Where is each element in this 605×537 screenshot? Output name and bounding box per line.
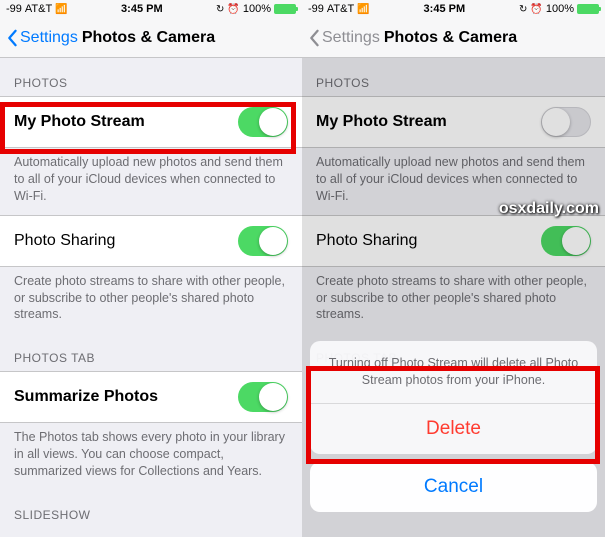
section-header-slideshow: SLIDESHOW bbox=[0, 490, 302, 528]
delete-button[interactable]: Delete bbox=[310, 404, 597, 454]
chevron-left-icon bbox=[308, 29, 320, 47]
phone-left: -99 AT&T 📶 3:45 PM ↻ ⏰ 100% Settings Pho… bbox=[0, 0, 302, 537]
wifi-icon: 📶 bbox=[357, 4, 369, 15]
status-time: 3:45 PM bbox=[121, 3, 163, 15]
status-time: 3:45 PM bbox=[424, 3, 466, 15]
row-photo-stream[interactable]: My Photo Stream bbox=[302, 96, 605, 148]
photo-sharing-label: Photo Sharing bbox=[316, 232, 417, 250]
status-bar: -99 AT&T 📶 3:45 PM ↻ ⏰ 100% bbox=[0, 0, 302, 18]
alarm-icon: ⏰ bbox=[227, 4, 239, 15]
rotation-lock-icon: ↻ bbox=[519, 4, 527, 15]
nav-bar: Settings Photos & Camera bbox=[302, 18, 605, 58]
signal-strength: -99 bbox=[6, 3, 22, 15]
battery-icon bbox=[274, 4, 296, 14]
cancel-button[interactable]: Cancel bbox=[310, 462, 597, 512]
summarize-label: Summarize Photos bbox=[14, 388, 158, 406]
row-photo-stream[interactable]: My Photo Stream bbox=[0, 96, 302, 148]
section-header-photos: PHOTOS bbox=[0, 58, 302, 96]
row-photo-sharing[interactable]: Photo Sharing bbox=[0, 215, 302, 267]
section-header-photos: PHOTOS bbox=[302, 58, 605, 96]
back-button[interactable]: Settings bbox=[308, 29, 380, 47]
back-label: Settings bbox=[322, 29, 380, 47]
photo-stream-label: My Photo Stream bbox=[316, 113, 447, 131]
battery-icon bbox=[577, 4, 599, 14]
rotation-lock-icon: ↻ bbox=[216, 4, 224, 15]
carrier-label: AT&T bbox=[327, 3, 354, 15]
action-sheet: Turning off Photo Stream will delete all… bbox=[310, 341, 597, 512]
alarm-icon: ⏰ bbox=[530, 4, 542, 15]
summarize-toggle[interactable] bbox=[238, 382, 288, 412]
nav-title: Photos & Camera bbox=[82, 29, 215, 47]
row-summarize[interactable]: Summarize Photos bbox=[0, 371, 302, 423]
photo-sharing-footer: Create photo streams to share with other… bbox=[302, 267, 605, 334]
carrier-label: AT&T bbox=[25, 3, 52, 15]
section-header-photos-tab: PHOTOS TAB bbox=[0, 333, 302, 371]
battery-pct: 100% bbox=[243, 3, 271, 15]
photo-stream-label: My Photo Stream bbox=[14, 113, 145, 131]
photo-sharing-footer: Create photo streams to share with other… bbox=[0, 267, 302, 334]
chevron-left-icon bbox=[6, 29, 18, 47]
photo-stream-footer: Automatically upload new photos and send… bbox=[0, 148, 302, 215]
photo-sharing-toggle[interactable] bbox=[238, 226, 288, 256]
phone-right: -99 AT&T 📶 3:45 PM ↻ ⏰ 100% Settings Pho… bbox=[302, 0, 605, 537]
photo-sharing-label: Photo Sharing bbox=[14, 232, 115, 250]
signal-strength: -99 bbox=[308, 3, 324, 15]
watermark: osxdaily.com bbox=[499, 200, 599, 218]
nav-title: Photos & Camera bbox=[384, 29, 517, 47]
nav-bar: Settings Photos & Camera bbox=[0, 18, 302, 58]
sheet-message: Turning off Photo Stream will delete all… bbox=[310, 341, 597, 404]
summarize-footer: The Photos tab shows every photo in your… bbox=[0, 423, 302, 490]
wifi-icon: 📶 bbox=[55, 4, 67, 15]
status-bar: -99 AT&T 📶 3:45 PM ↻ ⏰ 100% bbox=[302, 0, 605, 18]
battery-pct: 100% bbox=[546, 3, 574, 15]
photo-sharing-toggle[interactable] bbox=[541, 226, 591, 256]
back-label: Settings bbox=[20, 29, 78, 47]
photo-stream-toggle[interactable] bbox=[238, 107, 288, 137]
back-button[interactable]: Settings bbox=[6, 29, 78, 47]
row-photo-sharing[interactable]: Photo Sharing bbox=[302, 215, 605, 267]
photo-stream-toggle[interactable] bbox=[541, 107, 591, 137]
